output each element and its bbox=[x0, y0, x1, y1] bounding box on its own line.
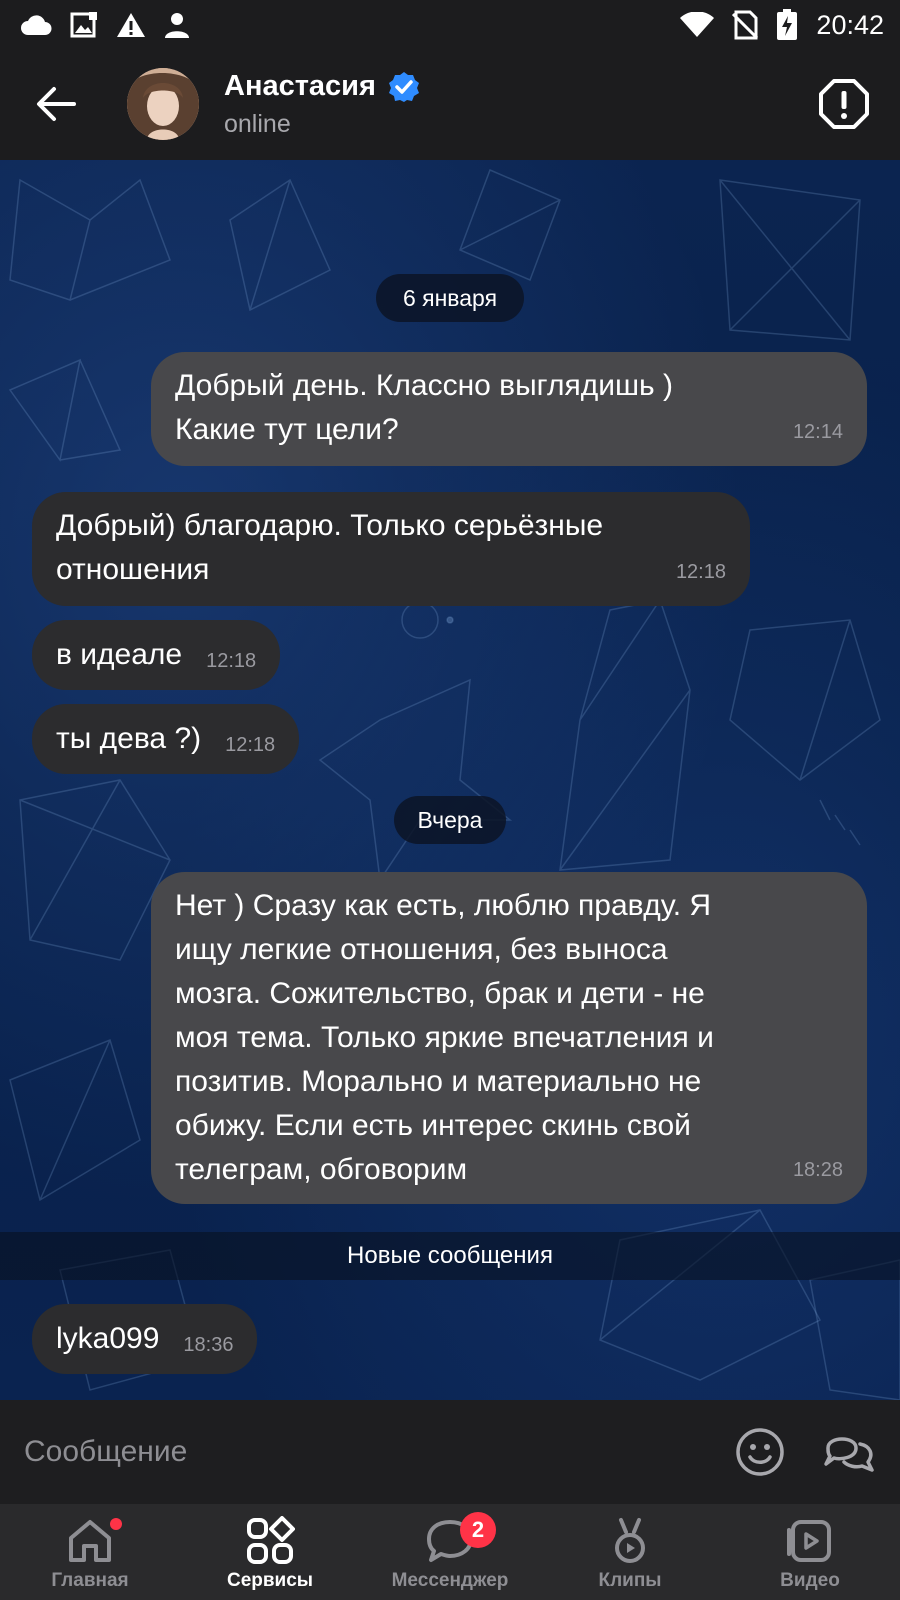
warning-icon bbox=[117, 13, 145, 37]
nav-item-video[interactable]: Видео bbox=[720, 1504, 900, 1600]
verified-icon bbox=[388, 71, 419, 102]
chat-header: Анастасия online bbox=[0, 50, 900, 160]
message-text: ты дева ?) bbox=[56, 722, 202, 755]
message-bubble-outgoing[interactable]: Нет ) Сразу как есть, люблю правду. Я ищ… bbox=[151, 872, 867, 1204]
chat-bubbles-button[interactable] bbox=[822, 1426, 876, 1478]
contact-name-text: Анастасия bbox=[224, 70, 376, 102]
date-separator-label: Вчера bbox=[417, 806, 483, 833]
message-text: Нет ) Сразу как есть, люблю правду. Я ищ… bbox=[175, 889, 714, 1186]
nav-item-clips[interactable]: Клипы bbox=[540, 1504, 720, 1600]
message-bubble-incoming[interactable]: lyka099 18:36 bbox=[32, 1304, 258, 1374]
new-messages-label: Новые сообщения bbox=[347, 1242, 553, 1269]
emoji-button[interactable] bbox=[734, 1426, 786, 1478]
contact-status: online bbox=[224, 110, 291, 138]
message-time: 18:28 bbox=[792, 1159, 843, 1181]
no-sim-icon bbox=[732, 10, 759, 40]
report-icon bbox=[819, 79, 869, 129]
clips-icon bbox=[615, 1518, 645, 1563]
status-bar: 20:42 bbox=[0, 0, 900, 50]
message-composer bbox=[0, 1400, 900, 1504]
message-text: в идеале bbox=[56, 638, 183, 671]
bottom-navigation: Главная Сервисы 2 Мессенджер Клипы Видео bbox=[0, 1504, 900, 1600]
nav-label: Клипы bbox=[598, 1570, 662, 1591]
chat-bubbles-icon bbox=[824, 1437, 874, 1472]
unread-badge: 2 bbox=[460, 1512, 496, 1548]
wifi-icon bbox=[680, 12, 715, 37]
avatar-image bbox=[127, 68, 199, 140]
back-button[interactable] bbox=[32, 80, 80, 128]
message-bubble-incoming[interactable]: ты дева ?) 12:18 bbox=[32, 704, 300, 774]
cloud-icon bbox=[21, 15, 52, 35]
nav-label: Видео bbox=[780, 1570, 840, 1591]
chat-background-pattern bbox=[8, 169, 900, 1400]
clock: 20:42 bbox=[816, 9, 884, 40]
nav-item-home[interactable]: Главная bbox=[0, 1504, 180, 1600]
message-time: 12:14 bbox=[792, 421, 843, 443]
message-time: 12:18 bbox=[225, 734, 276, 756]
message-time: 18:36 bbox=[183, 1334, 234, 1356]
message-input[interactable] bbox=[0, 1400, 700, 1504]
message-bubble-outgoing[interactable]: Добрый день. Классно выглядишь ) Какие т… bbox=[151, 352, 867, 466]
message-time: 12:18 bbox=[675, 561, 726, 583]
nav-label: Сервисы bbox=[226, 1570, 314, 1591]
video-icon bbox=[787, 1520, 831, 1562]
person-icon bbox=[165, 13, 189, 38]
date-separator: Вчера bbox=[394, 796, 506, 844]
image-icon bbox=[70, 12, 97, 38]
services-icon bbox=[247, 1516, 295, 1564]
home-icon bbox=[69, 1520, 111, 1562]
notification-dot bbox=[110, 1518, 122, 1530]
date-separator: 6 января bbox=[376, 274, 524, 322]
message-bubble-incoming[interactable]: в идеале 12:18 bbox=[32, 620, 281, 690]
new-messages-divider: Новые сообщения bbox=[0, 1232, 900, 1280]
message-text: Добрый день. Классно выглядишь ) Какие т… bbox=[175, 369, 673, 446]
date-separator-label: 6 января bbox=[402, 284, 498, 311]
nav-label: Мессенджер bbox=[391, 1570, 509, 1591]
smile-icon bbox=[736, 1428, 784, 1476]
nav-item-messenger[interactable]: 2 Мессенджер bbox=[360, 1504, 540, 1600]
message-bubble-incoming[interactable]: Добрый) благодарю. Только серьёзные отно… bbox=[32, 492, 750, 606]
nav-item-services[interactable]: Сервисы bbox=[180, 1504, 360, 1600]
report-button[interactable] bbox=[818, 78, 870, 130]
battery-charging-icon bbox=[777, 9, 798, 40]
message-time: 12:18 bbox=[206, 650, 257, 672]
message-text: Добрый) благодарю. Только серьёзные отно… bbox=[56, 509, 604, 586]
arrow-left-icon bbox=[37, 87, 76, 121]
contact-name[interactable]: Анастасия bbox=[224, 70, 420, 103]
message-text: lyka099 bbox=[56, 1322, 160, 1355]
avatar[interactable] bbox=[127, 68, 199, 140]
nav-label: Главная bbox=[51, 1570, 129, 1591]
chat-area[interactable]: 6 января Добрый день. Классно выглядишь … bbox=[0, 160, 900, 1400]
